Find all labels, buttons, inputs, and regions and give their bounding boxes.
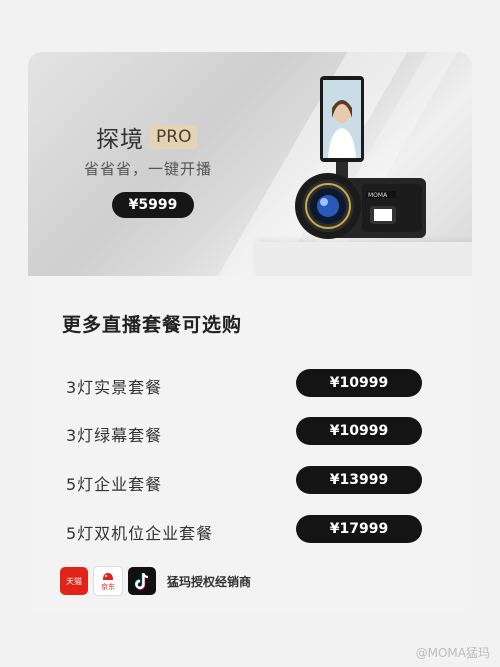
- jd-dog-icon: [103, 573, 113, 580]
- camera-brand: MOMA: [368, 192, 388, 199]
- package-label: 5灯企业套餐: [66, 475, 163, 494]
- camera-image: MOMA: [295, 76, 426, 239]
- hero-banner: 探境 PRO 省省省，一键开播 ¥5999 MOMA: [28, 52, 472, 276]
- jd-icon[interactable]: 京东: [93, 566, 123, 596]
- package-row: 3灯绿幕套餐 ¥10999: [28, 412, 472, 452]
- douyin-icon[interactable]: [128, 567, 156, 595]
- pro-badge: PRO: [150, 125, 198, 149]
- package-row: 5灯双机位企业套餐 ¥17999: [28, 510, 472, 550]
- package-price-button[interactable]: ¥17999: [296, 515, 422, 543]
- section-title: 更多直播套餐可选购: [62, 314, 243, 336]
- tmall-icon[interactable]: 天猫: [60, 567, 88, 595]
- dealer-text: 猛玛授权经销商: [167, 574, 252, 589]
- package-label: 5灯双机位企业套餐: [66, 524, 214, 543]
- package-row: 5灯企业套餐 ¥13999: [28, 461, 472, 501]
- package-label: 3灯实景套餐: [66, 378, 163, 397]
- package-price-button[interactable]: ¥10999: [296, 417, 422, 445]
- product-slogan: 省省省，一键开播: [84, 160, 213, 178]
- product-title: 探境 PRO: [96, 120, 198, 154]
- package-price-button[interactable]: ¥10999: [296, 369, 422, 397]
- promo-card: 探境 PRO 省省省，一键开播 ¥5999 MOMA 更多直播套餐可选购 3灯实…: [28, 52, 472, 613]
- product-price[interactable]: ¥5999: [112, 192, 194, 218]
- package-label: 3灯绿幕套餐: [66, 426, 163, 445]
- watermark: @MOMA猛玛: [415, 646, 490, 660]
- display-pedestal: [256, 242, 472, 276]
- jd-label: 京东: [101, 583, 115, 591]
- douyin-note-icon: [134, 573, 149, 590]
- product-name: 探境: [96, 127, 144, 153]
- package-price-button[interactable]: ¥13999: [296, 466, 422, 494]
- tmall-label: 天猫: [66, 576, 82, 586]
- package-row: 3灯实景套餐 ¥10999: [28, 364, 472, 404]
- store-icons: 天猫 京东 猛玛授权经销商: [60, 566, 251, 596]
